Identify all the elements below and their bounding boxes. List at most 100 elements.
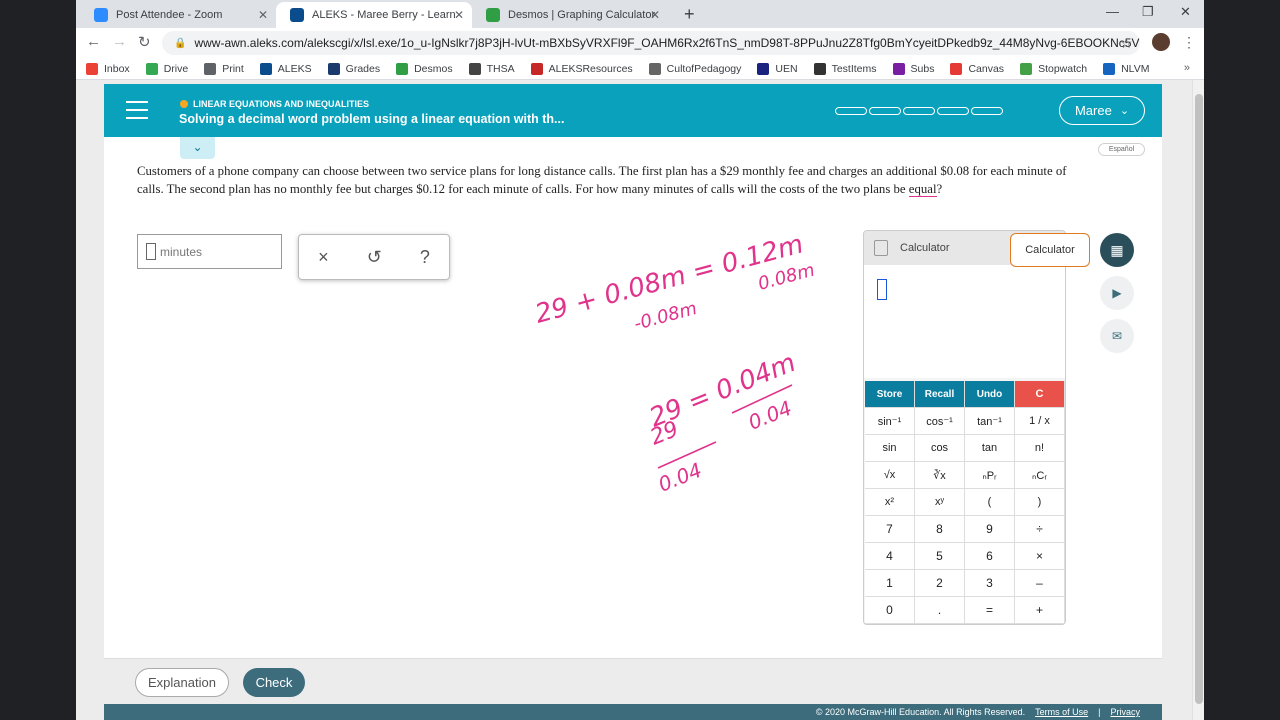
espanol-button[interactable]: Español bbox=[1098, 143, 1145, 156]
calculator-toggle-button[interactable]: ▦ bbox=[1100, 233, 1134, 267]
calc-key[interactable]: tan⁻¹ bbox=[965, 408, 1015, 435]
calc-key[interactable]: 0 bbox=[865, 597, 915, 624]
page-viewport: LINEAR EQUATIONS AND INEQUALITIES Solvin… bbox=[76, 80, 1204, 720]
calculator-display[interactable] bbox=[864, 265, 1065, 378]
bookmarks-more-icon[interactable]: » bbox=[1184, 62, 1190, 74]
new-tab-icon[interactable]: + bbox=[684, 4, 695, 25]
menu-icon[interactable]: ⋮ bbox=[1182, 34, 1196, 51]
address-bar[interactable]: 🔒 www-awn.aleks.com/alekscgi/x/lsl.exe/1… bbox=[162, 31, 1140, 55]
calc-key[interactable]: ( bbox=[965, 489, 1015, 516]
calc-key[interactable]: × bbox=[1015, 543, 1065, 570]
page-scrollbar[interactable] bbox=[1192, 80, 1204, 720]
bookmark-aleks[interactable]: ALEKS bbox=[259, 62, 312, 75]
bookmark-desmos[interactable]: Desmos bbox=[396, 62, 453, 75]
close-icon[interactable]: ✕ bbox=[650, 8, 660, 22]
bookmark-grades[interactable]: Grades bbox=[327, 62, 380, 75]
progress-dot-icon bbox=[180, 100, 188, 108]
bookmark-label: Desmos bbox=[414, 62, 453, 75]
close-icon[interactable]: ✕ bbox=[454, 8, 464, 22]
calc-key[interactable]: Undo bbox=[965, 381, 1015, 408]
zoom-icon bbox=[94, 8, 108, 22]
forward-icon[interactable]: → bbox=[112, 33, 127, 50]
collapse-chevron-icon[interactable]: ⌄ bbox=[180, 137, 215, 159]
privacy-link[interactable]: Privacy bbox=[1110, 707, 1140, 717]
calc-key[interactable]: 7 bbox=[865, 516, 915, 543]
explanation-button[interactable]: Explanation bbox=[135, 668, 229, 697]
play-icon: ▶ bbox=[1112, 286, 1122, 300]
calc-key[interactable]: 9 bbox=[965, 516, 1015, 543]
minimize-icon[interactable]: — bbox=[1106, 4, 1119, 19]
bookmark-label: ALEKS bbox=[277, 62, 312, 75]
calc-key[interactable]: C bbox=[1015, 381, 1065, 408]
calc-key[interactable]: 1 bbox=[865, 570, 915, 597]
close-icon[interactable]: ✕ bbox=[258, 8, 268, 22]
calc-key[interactable]: 5 bbox=[915, 543, 965, 570]
avatar[interactable] bbox=[1152, 33, 1170, 51]
calc-key[interactable]: . bbox=[915, 597, 965, 624]
back-icon[interactable]: ← bbox=[86, 33, 101, 50]
bookmark-stopwatch[interactable]: Stopwatch bbox=[1020, 62, 1087, 75]
tab-zoom[interactable]: Post Attendee - Zoom ✕ bbox=[80, 2, 276, 28]
help-button[interactable]: ? bbox=[420, 247, 430, 268]
calc-key[interactable]: 6 bbox=[965, 543, 1015, 570]
calc-key[interactable]: 8 bbox=[915, 516, 965, 543]
calc-key[interactable]: – bbox=[1015, 570, 1065, 597]
maximize-icon[interactable]: ❐ bbox=[1142, 4, 1154, 20]
bookmark-icon bbox=[757, 62, 770, 75]
bookmark-uen[interactable]: UEN bbox=[757, 62, 798, 75]
bookmark-inbox[interactable]: Inbox bbox=[86, 62, 130, 75]
calc-key[interactable]: ₙPᵣ bbox=[965, 462, 1015, 489]
calc-key[interactable]: = bbox=[965, 597, 1015, 624]
calc-key[interactable]: ∛x bbox=[915, 462, 965, 489]
calc-key[interactable]: x² bbox=[865, 489, 915, 516]
bookmark-star-icon[interactable]: ☆ bbox=[1120, 35, 1133, 52]
calc-key[interactable]: ₙCᵣ bbox=[1015, 462, 1065, 489]
bookmark-testitems[interactable]: TestItems bbox=[813, 62, 877, 75]
calc-key[interactable]: sin⁻¹ bbox=[865, 408, 915, 435]
calc-key[interactable]: cos bbox=[915, 435, 965, 462]
chevron-down-icon: ⌄ bbox=[1119, 105, 1130, 117]
bookmark-cultofpedagogy[interactable]: CultofPedagogy bbox=[648, 62, 741, 75]
calc-key[interactable]: √x bbox=[865, 462, 915, 489]
undo-button[interactable]: ↺ bbox=[367, 247, 382, 268]
bookmark-canvas[interactable]: Canvas bbox=[950, 62, 1004, 75]
calculator-icon: ▦ bbox=[1110, 241, 1124, 258]
calc-key[interactable]: Recall bbox=[915, 381, 965, 408]
calc-key[interactable]: n! bbox=[1015, 435, 1065, 462]
topic-text: LINEAR EQUATIONS AND INEQUALITIES bbox=[193, 99, 370, 109]
bookmark-subs[interactable]: Subs bbox=[892, 62, 934, 75]
bookmark-thsa[interactable]: THSA bbox=[468, 62, 515, 75]
user-menu-button[interactable]: Maree ⌄ bbox=[1059, 96, 1145, 125]
close-window-icon[interactable]: ✕ bbox=[1180, 4, 1191, 20]
calc-key[interactable]: ) bbox=[1015, 489, 1065, 516]
check-button[interactable]: Check bbox=[243, 668, 305, 697]
calc-key[interactable]: 2 bbox=[915, 570, 965, 597]
bookmark-drive[interactable]: Drive bbox=[145, 62, 188, 75]
answer-input[interactable]: minutes bbox=[137, 234, 282, 269]
calc-key[interactable]: 1 / x bbox=[1015, 408, 1065, 435]
tab-aleks[interactable]: ALEKS - Maree Berry - Learn ✕ bbox=[276, 2, 472, 28]
bookmark-nlvm[interactable]: NLVM bbox=[1103, 62, 1150, 75]
bookmark-print[interactable]: Print bbox=[204, 62, 244, 75]
aleks-icon bbox=[290, 8, 304, 22]
reload-icon[interactable]: ↻ bbox=[138, 33, 151, 51]
calc-key[interactable]: ÷ bbox=[1015, 516, 1065, 543]
clear-button[interactable]: × bbox=[318, 247, 329, 268]
calc-key[interactable]: tan bbox=[965, 435, 1015, 462]
calc-key[interactable]: + bbox=[1015, 597, 1065, 624]
calc-key[interactable]: sin bbox=[865, 435, 915, 462]
email-button[interactable]: ✉ bbox=[1100, 319, 1134, 353]
scrollbar-thumb[interactable] bbox=[1195, 94, 1203, 704]
calc-key[interactable]: xʸ bbox=[915, 489, 965, 516]
progress-segment bbox=[937, 107, 969, 115]
tab-desmos[interactable]: Desmos | Graphing Calculator ✕ bbox=[472, 2, 668, 28]
problem-underlined-word: equal bbox=[908, 182, 937, 198]
calc-key[interactable]: cos⁻¹ bbox=[915, 408, 965, 435]
calc-key[interactable]: Store bbox=[865, 381, 915, 408]
calc-key[interactable]: 3 bbox=[965, 570, 1015, 597]
calc-key[interactable]: 4 bbox=[865, 543, 915, 570]
hamburger-menu-icon[interactable] bbox=[126, 101, 148, 119]
terms-link[interactable]: Terms of Use bbox=[1035, 707, 1088, 717]
bookmark-aleksresources[interactable]: ALEKSResources bbox=[530, 62, 633, 75]
video-button[interactable]: ▶ bbox=[1100, 276, 1134, 310]
